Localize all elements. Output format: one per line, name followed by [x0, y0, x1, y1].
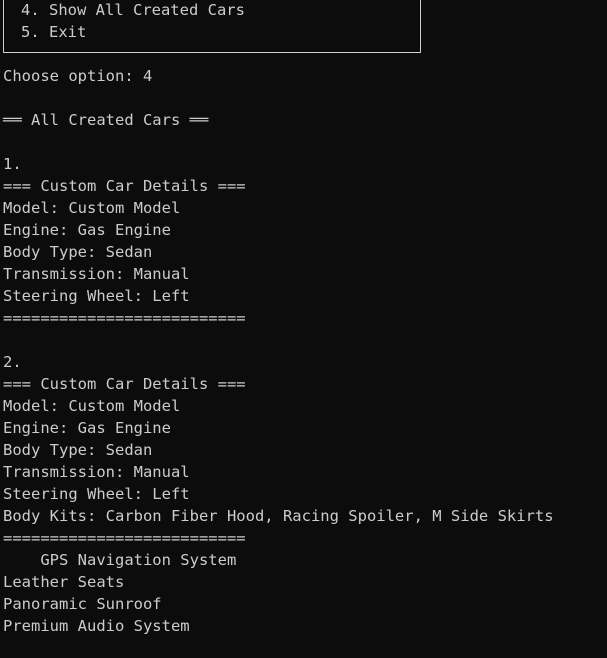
- car-2-index: 2.: [3, 353, 22, 371]
- menu-option-exit: 5. Exit: [21, 23, 87, 41]
- terminal-output: 4. Show All Created Cars 5. Exit Choose …: [0, 0, 607, 658]
- car-2-model: Model: Custom Model: [3, 397, 181, 415]
- car-1-header: === Custom Car Details ===: [3, 177, 246, 195]
- car-1-divider: ==========================: [3, 309, 246, 327]
- car-1-model: Model: Custom Model: [3, 199, 181, 217]
- car-2-divider: ==========================: [3, 529, 246, 547]
- car-2-transmission: Transmission: Manual: [3, 463, 190, 481]
- section-header: ══ All Created Cars ══: [3, 111, 209, 129]
- car-1-steering: Steering Wheel: Left: [3, 287, 190, 305]
- extra-audio: Premium Audio System: [3, 617, 190, 635]
- extra-leather: Leather Seats: [3, 573, 125, 591]
- car-1-engine: Engine: Gas Engine: [3, 221, 171, 239]
- car-1-transmission: Transmission: Manual: [3, 265, 190, 283]
- car-2-body-kits: Body Kits: Carbon Fiber Hood, Racing Spo…: [3, 507, 554, 525]
- extra-gps: GPS Navigation System: [3, 551, 237, 569]
- extra-sunroof: Panoramic Sunroof: [3, 595, 162, 613]
- car-2-engine: Engine: Gas Engine: [3, 419, 171, 437]
- menu-option-show-all: 4. Show All Created Cars: [21, 1, 245, 19]
- car-2-body-type: Body Type: Sedan: [3, 441, 153, 459]
- car-1-index: 1.: [3, 155, 22, 173]
- car-2-header: === Custom Car Details ===: [3, 375, 246, 393]
- car-2-steering: Steering Wheel: Left: [3, 485, 190, 503]
- choose-option-prompt: Choose option: 4: [3, 67, 153, 85]
- car-1-body-type: Body Type: Sedan: [3, 243, 153, 261]
